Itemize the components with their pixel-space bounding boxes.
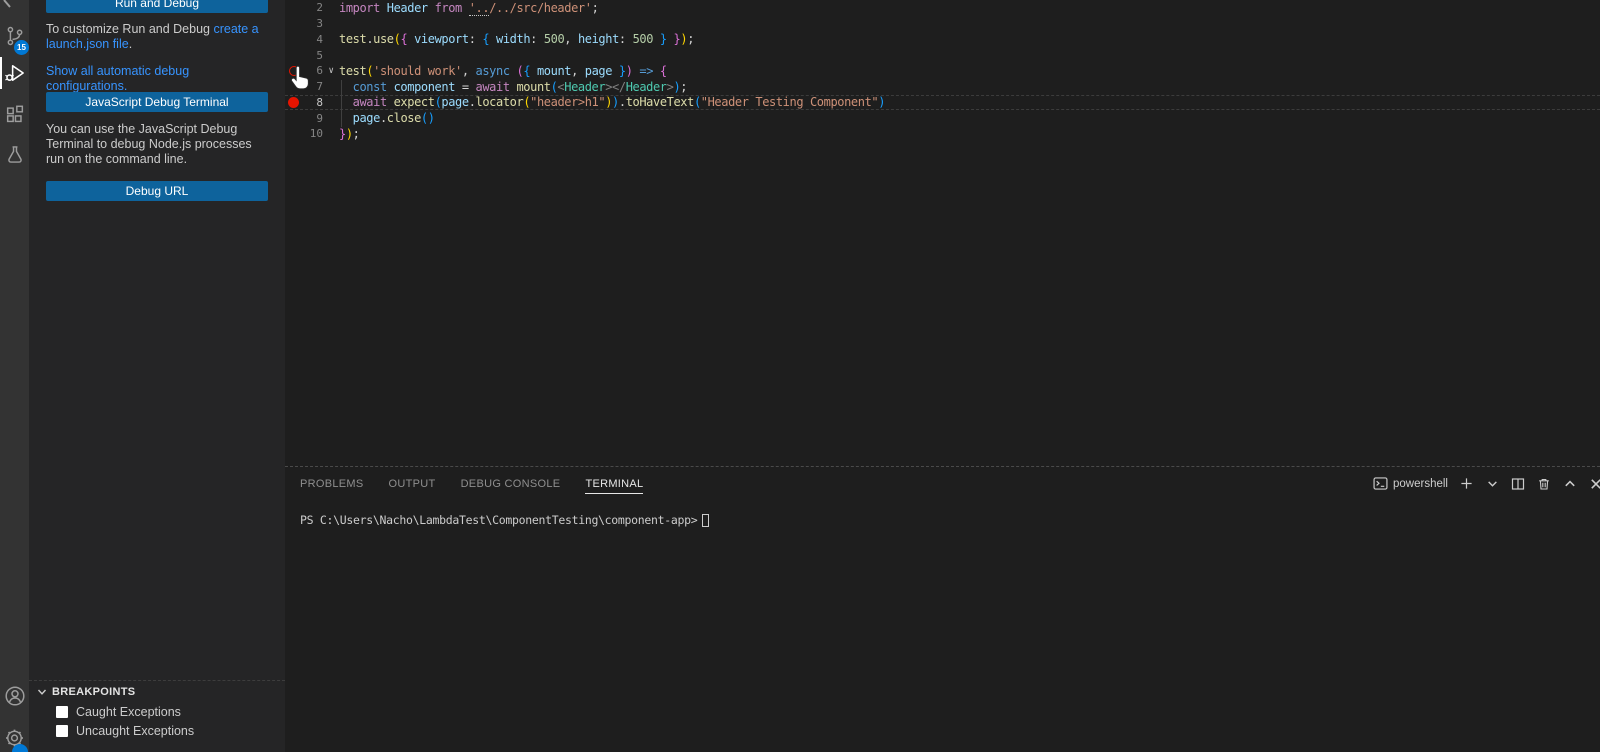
shell-label: powershell (1393, 477, 1448, 490)
customize-text-pre: To customize Run and Debug (46, 22, 214, 36)
line-number: 9 (316, 111, 323, 125)
run-and-debug-icon[interactable] (0, 57, 29, 89)
breakpoints-section-header[interactable]: BREAKPOINTS (29, 681, 285, 702)
breakpoint-dot-icon[interactable] (288, 96, 299, 108)
code-text: await expect(page.locator("header>h1")).… (352, 95, 886, 110)
line-number: 8 (316, 95, 323, 109)
code-line[interactable]: 7 const component = await mount(<Header>… (285, 79, 1600, 95)
line-number: 5 (316, 48, 323, 62)
new-terminal-icon[interactable] (1458, 476, 1474, 492)
code-text: page.close() (352, 111, 435, 126)
run-and-debug-button[interactable]: Run and Debug (46, 0, 268, 13)
debug-url-button[interactable]: Debug URL (46, 181, 268, 201)
run-and-debug-sidebar: Run and Debug To customize Run and Debug… (29, 0, 285, 752)
line-number: 3 (316, 17, 323, 31)
tab-problems[interactable]: PROBLEMS (300, 473, 364, 494)
panel-actions: powershell (1373, 476, 1600, 492)
code-line[interactable]: 8 await expect(page.locator("header>h1")… (285, 94, 1600, 111)
code-line[interactable]: 5 (285, 47, 1600, 63)
chevron-down-icon (37, 689, 47, 695)
tab-terminal[interactable]: TERMINAL (585, 473, 644, 494)
line-number: 10 (309, 127, 323, 141)
bottom-panel: PROBLEMS OUTPUT DEBUG CONSOLE TERMINAL powe… (285, 466, 1600, 752)
terminal-content[interactable]: PS C:\Users\Nacho\LambdaTest\ComponentTe… (300, 513, 1600, 527)
code-line[interactable]: 10}); (285, 126, 1600, 142)
mouse-hand-cursor (290, 65, 309, 90)
breakpoints-header-label: BREAKPOINTS (52, 685, 136, 698)
code-text: test.use({ viewport: { width: 500, heigh… (339, 32, 695, 47)
checkbox[interactable] (56, 724, 68, 737)
tab-debug-console[interactable]: DEBUG CONSOLE (461, 473, 561, 494)
customize-text: To customize Run and Debug create a laun… (46, 22, 272, 52)
code-line[interactable]: 4 test.use({ viewport: { width: 500, heig… (285, 32, 1600, 48)
breakpoint-gutter[interactable] (285, 96, 302, 108)
indent-guide (341, 80, 342, 127)
code-line[interactable]: 3 (285, 16, 1600, 32)
terminal-prompt: PS C:\Users\Nacho\LambdaTest\ComponentTe… (300, 513, 698, 527)
split-terminal-icon[interactable] (1510, 476, 1526, 492)
js-terminal-description: You can use the JavaScript Debug Termina… (46, 122, 252, 166)
search-icon-partial (0, 0, 29, 8)
terminal-dropdown-chevron-icon[interactable] (1484, 476, 1500, 492)
code-line[interactable]: 2 import Header from '../../src/header'; (285, 0, 1600, 16)
show-debug-configurations-link[interactable]: Show all automatic debug configurations. (46, 64, 272, 94)
code-editor[interactable]: 2 import Header from '../../src/header'; 3… (285, 0, 1600, 466)
checkbox[interactable] (56, 705, 68, 718)
powershell-terminal-icon (1373, 477, 1388, 490)
tab-output[interactable]: OUTPUT (389, 473, 436, 494)
line-number: 4 (316, 32, 323, 46)
shell-selector[interactable]: powershell (1373, 476, 1448, 491)
kill-terminal-trash-icon[interactable] (1536, 476, 1552, 492)
line-number: 2 (316, 1, 323, 15)
breakpoint-item[interactable]: Uncaught Exceptions (29, 721, 285, 740)
accounts-icon[interactable] (0, 680, 29, 712)
code-text: }); (339, 126, 360, 141)
terminal-cursor (702, 513, 710, 527)
panel-tab-bar: PROBLEMS OUTPUT DEBUG CONSOLE TERMINAL powe… (285, 467, 1600, 500)
customize-text-post: . (128, 37, 133, 51)
extensions-icon[interactable] (0, 99, 29, 131)
code-text: test('should work', async ({ mount, page… (339, 63, 667, 78)
code-line[interactable]: 6 ∨ test('should work', async ({ mount, pa… (285, 63, 1600, 79)
fold-chevron-icon[interactable]: ∨ (323, 66, 339, 76)
source-control-badge: 15 (14, 40, 29, 55)
javascript-debug-terminal-button[interactable]: JavaScript Debug Terminal (46, 92, 268, 112)
code-text: import Header from '../../src/header'; (339, 0, 599, 16)
code-line[interactable]: 9 page.close() (285, 110, 1600, 126)
close-panel-icon[interactable] (1588, 476, 1600, 492)
maximize-panel-chevron-icon[interactable] (1562, 476, 1578, 492)
breakpoint-item-label: Caught Exceptions (76, 704, 181, 719)
activity-bar: 15 (0, 0, 29, 752)
breakpoint-item-label: Uncaught Exceptions (76, 723, 195, 738)
breakpoint-item[interactable]: Caught Exceptions (29, 702, 285, 721)
source-control-icon[interactable]: 15 (0, 20, 29, 55)
breakpoints-section: BREAKPOINTS Caught Exceptions Uncaught Ex… (29, 680, 285, 740)
testing-icon[interactable] (0, 139, 29, 171)
code-text: const component = await mount(<Header></… (352, 79, 688, 94)
